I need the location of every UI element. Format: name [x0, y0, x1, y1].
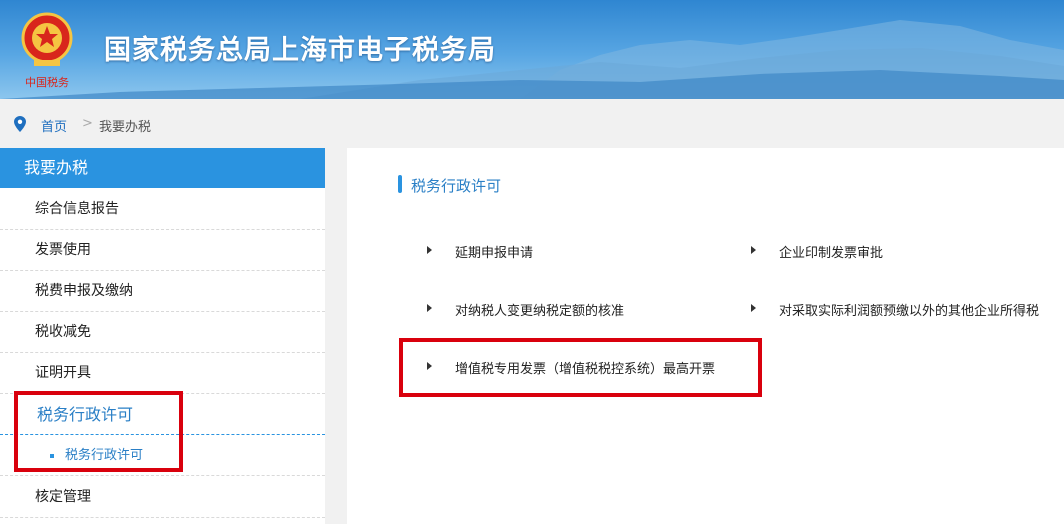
sidebar-subitem-admin-license[interactable]: 税务行政许可 [0, 436, 325, 476]
section-title: 税务行政许可 [411, 177, 502, 195]
location-pin-icon [14, 116, 26, 136]
breadcrumb-home-link[interactable]: 首页 [41, 116, 67, 135]
sidebar: 我要办税 综合信息报告 发票使用 税费申报及缴纳 税收减免 证明开具 税务行政许… [0, 148, 325, 524]
section-marker [398, 175, 402, 193]
main-content: 税务行政许可 延期申报申请 企业印制发票审批 对纳税人变更纳税定额的核准 对采取… [347, 148, 1064, 524]
tax-emblem-logo: 中国税务 [14, 8, 80, 92]
emblem-caption: 中国税务 [25, 75, 69, 89]
sidebar-item-tax-relief[interactable]: 税收减免 [0, 312, 325, 353]
site-title: 国家税务总局上海市电子税务局 [104, 35, 496, 66]
link-vat-invoice-limit[interactable]: 增值税专用发票（增值税税控系统）最高开票 [455, 358, 715, 377]
breadcrumb-separator: > [82, 116, 93, 131]
link-quota-change[interactable]: 对纳税人变更纳税定额的核准 [455, 300, 624, 319]
triangle-right-icon [427, 362, 432, 370]
breadcrumb-current: 我要办税 [99, 120, 152, 135]
sidebar-item-assessment[interactable]: 核定管理 [0, 477, 325, 518]
triangle-right-icon [427, 304, 432, 312]
sidebar-heading: 我要办税 [0, 148, 325, 188]
link-deferred-filing[interactable]: 延期申报申请 [455, 242, 533, 261]
breadcrumb: 首页 > 我要办税 [0, 99, 1064, 149]
sidebar-item-certificate[interactable]: 证明开具 [0, 353, 325, 394]
link-invoice-printing-approval[interactable]: 企业印制发票审批 [779, 242, 883, 261]
sidebar-subitem-label: 税务行政许可 [65, 448, 144, 463]
sidebar-item-invoice-use[interactable]: 发票使用 [0, 230, 325, 271]
triangle-right-icon [751, 246, 756, 254]
bullet-icon [50, 454, 54, 458]
triangle-right-icon [751, 304, 756, 312]
sidebar-item-admin-license[interactable]: 税务行政许可 [0, 394, 325, 435]
link-income-tax-prepay[interactable]: 对采取实际利润额预缴以外的其他企业所得税 [779, 300, 1039, 319]
triangle-right-icon [427, 246, 432, 254]
sidebar-item-comprehensive-info[interactable]: 综合信息报告 [0, 189, 325, 230]
site-header: 中国税务 国家税务总局上海市电子税务局 [0, 0, 1064, 99]
sidebar-item-declaration-payment[interactable]: 税费申报及缴纳 [0, 271, 325, 312]
